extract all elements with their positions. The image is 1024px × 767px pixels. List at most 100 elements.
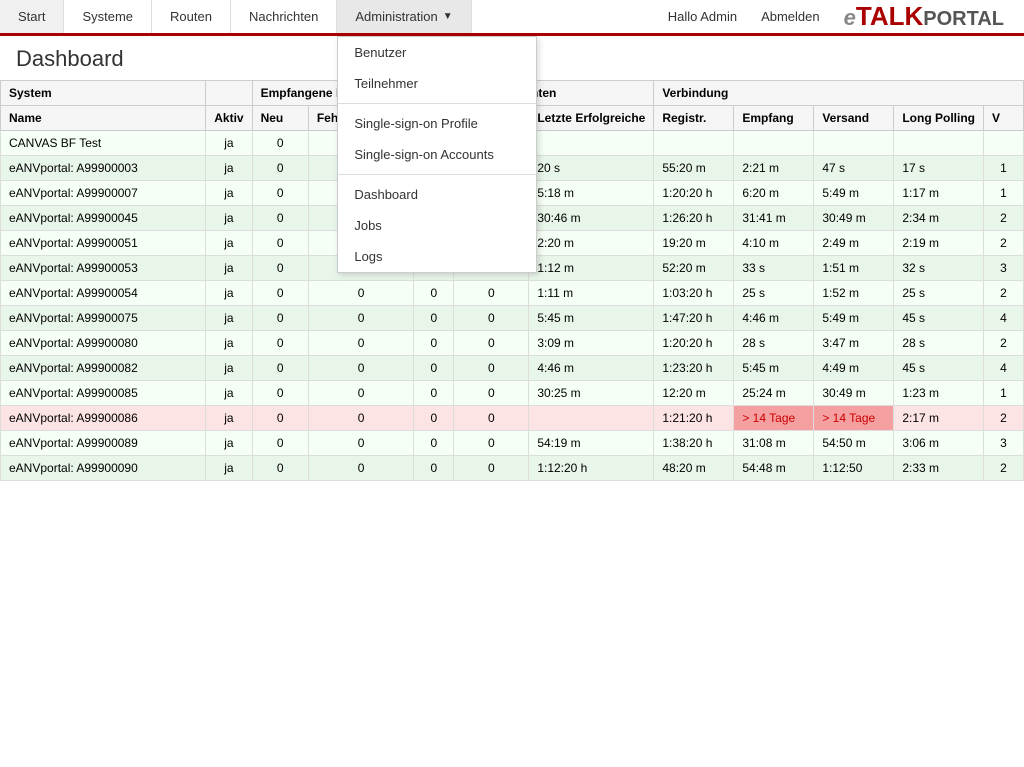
table-cell: 54:19 m — [529, 431, 654, 456]
table-cell: 0 — [454, 431, 529, 456]
table-cell: 31:41 m — [734, 206, 814, 231]
table-cell: 3 — [984, 256, 1024, 281]
table-cell: 25:24 m — [734, 381, 814, 406]
logo: eTALKPORTAL — [844, 1, 1012, 32]
col-registr: Registr. — [654, 106, 734, 131]
logout-button[interactable]: Abmelden — [753, 9, 828, 24]
hello-text: Hallo Admin — [668, 9, 737, 24]
table-cell: 2:34 m — [894, 206, 984, 231]
table-cell: 2 — [984, 331, 1024, 356]
table-cell: 3 — [984, 431, 1024, 456]
table-cell: eANVportal: A99900053 — [1, 256, 206, 281]
table-cell: eANVportal: A99900082 — [1, 356, 206, 381]
nav-administration[interactable]: Administration ▼ Benutzer Teilnehmer Sin… — [337, 0, 471, 33]
table-cell: 2:17 m — [894, 406, 984, 431]
table-cell: ja — [206, 306, 252, 331]
table-cell — [529, 406, 654, 431]
logo-e: e — [844, 5, 856, 30]
table-cell: 0 — [308, 431, 413, 456]
table-cell: 0 — [414, 281, 454, 306]
table-cell: 0 — [454, 281, 529, 306]
table-cell: eANVportal: A99900089 — [1, 431, 206, 456]
table-cell: 3:47 m — [814, 331, 894, 356]
table-cell: 0 — [414, 406, 454, 431]
table-cell: 17 s — [894, 156, 984, 181]
table-cell: 20 s — [529, 156, 654, 181]
nav-left: Start Systeme Routen Nachrichten Adminis… — [0, 0, 656, 33]
table-cell: ja — [206, 256, 252, 281]
table-cell: eANVportal: A99900045 — [1, 206, 206, 231]
table-cell: 52:20 m — [654, 256, 734, 281]
nav-right: Hallo Admin Abmelden eTALKPORTAL — [656, 0, 1024, 33]
group-header-verbindung: Verbindung — [654, 81, 1024, 106]
table-cell: 0 — [252, 381, 308, 406]
table-cell: 25 s — [734, 281, 814, 306]
top-nav: Start Systeme Routen Nachrichten Adminis… — [0, 0, 1024, 36]
table-cell: 0 — [252, 131, 308, 156]
table-cell: 0 — [454, 306, 529, 331]
table-cell: 2 — [984, 206, 1024, 231]
table-cell: ja — [206, 156, 252, 181]
col-longpoll: Long Polling — [894, 106, 984, 131]
table-cell: 47 s — [814, 156, 894, 181]
table-cell: 1 — [984, 181, 1024, 206]
table-cell: ja — [206, 381, 252, 406]
dropdown-divider-2 — [338, 174, 536, 175]
col-name: Name — [1, 106, 206, 131]
table-cell: 0 — [252, 256, 308, 281]
table-cell: 0 — [308, 281, 413, 306]
table-cell: CANVAS BF Test — [1, 131, 206, 156]
table-cell: eANVportal: A99900051 — [1, 231, 206, 256]
table-cell: 45 s — [894, 356, 984, 381]
table-cell: 5:49 m — [814, 306, 894, 331]
nav-routen[interactable]: Routen — [152, 0, 231, 33]
col-emp-neu: Neu — [252, 106, 308, 131]
table-cell: 1:03:20 h — [654, 281, 734, 306]
table-row: eANVportal: A99900086ja00001:21:20 h> 14… — [1, 406, 1024, 431]
table-cell: > 14 Tage — [734, 406, 814, 431]
table-cell: 0 — [252, 306, 308, 331]
table-row: eANVportal: A99900054ja00001:11 m1:03:20… — [1, 281, 1024, 306]
table-cell: 0 — [414, 306, 454, 331]
table-cell: 1:12:50 — [814, 456, 894, 481]
table-cell — [984, 131, 1024, 156]
table-cell: 0 — [252, 331, 308, 356]
table-cell: 0 — [454, 406, 529, 431]
dropdown-sso-accounts[interactable]: Single-sign-on Accounts — [338, 139, 536, 170]
table-cell: 0 — [308, 381, 413, 406]
table-cell: 12:20 m — [654, 381, 734, 406]
table-cell: ja — [206, 456, 252, 481]
table-cell: 0 — [414, 431, 454, 456]
col-v: V — [984, 106, 1024, 131]
dropdown-benutzer[interactable]: Benutzer — [338, 37, 536, 68]
table-cell: 1:12:20 h — [529, 456, 654, 481]
table-cell: 2 — [984, 281, 1024, 306]
table-cell: 0 — [252, 206, 308, 231]
table-cell: 28 s — [734, 331, 814, 356]
table-row: eANVportal: A99900090ja00001:12:20 h48:2… — [1, 456, 1024, 481]
table-cell: 30:49 m — [814, 206, 894, 231]
table-cell: 6:20 m — [734, 181, 814, 206]
table-cell: ja — [206, 406, 252, 431]
table-cell: 2 — [984, 231, 1024, 256]
nav-start[interactable]: Start — [0, 0, 64, 33]
nav-systeme[interactable]: Systeme — [64, 0, 152, 33]
dropdown-divider-1 — [338, 103, 536, 104]
dropdown-logs[interactable]: Logs — [338, 241, 536, 272]
dropdown-sso-profile[interactable]: Single-sign-on Profile — [338, 108, 536, 139]
table-cell: 0 — [308, 331, 413, 356]
dropdown-teilnehmer[interactable]: Teilnehmer — [338, 68, 536, 99]
table-cell — [734, 131, 814, 156]
dropdown-jobs[interactable]: Jobs — [338, 210, 536, 241]
table-cell — [529, 131, 654, 156]
table-cell: 1:11 m — [529, 281, 654, 306]
table-cell: 0 — [308, 306, 413, 331]
table-row: eANVportal: A99900085ja000030:25 m12:20 … — [1, 381, 1024, 406]
nav-nachrichten[interactable]: Nachrichten — [231, 0, 337, 33]
table-cell: 2:49 m — [814, 231, 894, 256]
table-cell: 1:20:20 h — [654, 181, 734, 206]
table-cell: eANVportal: A99900007 — [1, 181, 206, 206]
table-cell: 0 — [414, 456, 454, 481]
table-cell: eANVportal: A99900003 — [1, 156, 206, 181]
dropdown-dashboard[interactable]: Dashboard — [338, 179, 536, 210]
